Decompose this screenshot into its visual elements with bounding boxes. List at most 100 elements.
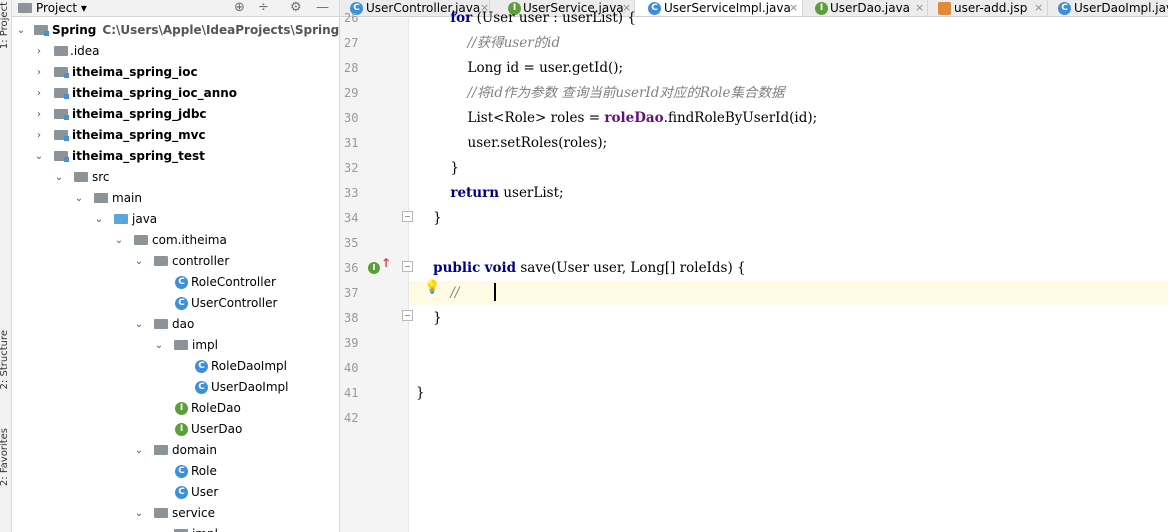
tab-user-dao-impl[interactable]: C UserDaoImpl.java [1048,0,1168,16]
code-line: } [416,306,442,331]
chevron-down-icon[interactable]: ⌄ [34,146,44,167]
close-icon[interactable]: × [1034,0,1043,16]
intention-bulb-icon[interactable]: 💡 [424,280,440,295]
implements-method-icon[interactable]: I [368,262,380,274]
line-number: 33 [344,186,359,200]
chevron-down-icon[interactable]: ⌄ [114,230,124,251]
close-icon[interactable]: × [789,0,798,16]
project-tool-button[interactable]: 1: Project [0,2,11,49]
current-line-highlight [409,281,1168,305]
tab-label: UserDao.java [830,1,911,15]
folder-icon [54,46,68,56]
class-icon: C [175,276,188,289]
chevron-down-icon[interactable]: ⌄ [16,20,26,41]
gear-icon[interactable]: ⚙ [290,0,302,16]
module-folder-icon [54,67,69,78]
code-token: .findRoleByUserId(id); [663,110,818,126]
tree-item-label: RoleDao [191,401,241,415]
close-icon[interactable]: × [915,0,924,16]
fold-marker-icon[interactable] [402,310,413,321]
structure-tool-button[interactable]: 2: Structure [0,330,11,389]
code-token: userList; [499,185,564,201]
tree-item-spring-root[interactable]: ⌄ Spring C:\Users\Apple\IdeaProjects\Spri… [12,20,340,41]
tree-item-label: com.itheima [152,233,227,247]
tree-item-label: dao [172,317,195,331]
chevron-down-icon[interactable]: ⌄ [94,209,104,230]
chevron-right-icon[interactable]: › [34,83,44,104]
class-icon: C [195,381,208,394]
chevron-down-icon[interactable]: ⌄ [134,503,144,524]
module-folder-icon [34,25,49,36]
code-token: } [416,210,442,226]
tab-user-add-jsp[interactable]: user-add.jsp × [928,0,1048,16]
code-token: List<Role> roles = [416,110,605,126]
tree-item-label: Spring C:\Users\Apple\IdeaProjects\Spring [52,23,340,37]
project-panel-header: Project ▾ ⊕ ÷ ⚙ — [12,0,339,17]
tree-item-label: main [112,191,142,205]
line-number: 30 [344,111,359,125]
project-panel: Project ▾ ⊕ ÷ ⚙ — ⌄ Spring C:\Users\Apple… [12,0,340,532]
line-number: 40 [344,361,359,375]
interface-icon: I [175,402,188,415]
tree-item-label: RoleController [191,275,276,289]
package-icon [154,319,168,329]
project-view-selector[interactable]: Project ▾ [36,1,87,15]
collapse-all-icon[interactable]: ÷ [258,0,269,16]
tree-item-label: src [92,170,110,184]
code-token: public [433,260,481,276]
chevron-down-icon[interactable]: ⌄ [134,314,144,335]
chevron-right-icon[interactable]: › [34,125,44,146]
tree-item-label: Role [191,464,217,478]
tab-user-dao[interactable]: I UserDao.java × [803,0,928,16]
code-token: return [450,185,500,201]
locate-icon[interactable]: ⊕ [234,0,245,16]
line-number: 42 [344,411,359,425]
override-arrow-icon[interactable]: ↑ [381,256,391,270]
chevron-down-icon[interactable]: ⌄ [154,335,164,356]
code-line: } [416,156,459,181]
module-folder-icon [54,88,69,99]
code-token: //获得user的id [467,35,561,51]
code-line: //获得user的id [416,31,561,56]
code-line: List<Role> roles = roleDao.findRoleByUse… [416,106,817,131]
module-folder-icon [54,151,69,162]
fold-marker-icon[interactable] [402,261,413,272]
code-token: //将id作为参数 查询当前userId对应的Role集合数据 [467,85,785,101]
tree-item-label: itheima_spring_mvc [72,128,206,142]
code-token: (User user : userList) { [472,10,636,26]
hide-panel-icon[interactable]: — [316,0,329,16]
class-icon: C [175,486,188,499]
code-token: // [450,285,460,301]
tab-label: user-add.jsp [954,1,1028,15]
line-number: 26 [344,11,359,25]
tree-item-label: UserDaoImpl [211,380,289,394]
chevron-right-icon[interactable]: › [34,104,44,125]
code-token: Long id = user.getId(); [416,60,624,76]
class-icon: C [175,465,188,478]
tree-item-label: controller [172,254,230,268]
chevron-down-icon[interactable]: ⌄ [154,524,164,532]
chevron-down-icon[interactable]: ⌄ [54,167,64,188]
code-token: } [416,310,442,326]
source-folder-icon [114,214,128,224]
tree-item-label: UserController [191,296,278,310]
tree-item-label: UserDao [191,422,243,436]
chevron-right-icon[interactable]: › [34,41,44,62]
jsp-file-icon [938,2,951,15]
chevron-right-icon[interactable]: › [34,62,44,83]
class-icon: C [175,297,188,310]
code-line: } [416,206,442,231]
chevron-down-icon[interactable]: ⌄ [134,440,144,461]
package-icon [154,508,168,518]
class-icon: C [648,2,661,15]
fold-marker-icon[interactable] [402,211,413,222]
favorites-tool-button[interactable]: 2: Favorites [0,428,11,486]
chevron-down-icon[interactable]: ⌄ [134,251,144,272]
tab-user-service-impl[interactable]: C UserServiceImpl.java × [635,0,803,16]
class-icon: C [195,360,208,373]
chevron-down-icon[interactable]: ⌄ [74,188,84,209]
